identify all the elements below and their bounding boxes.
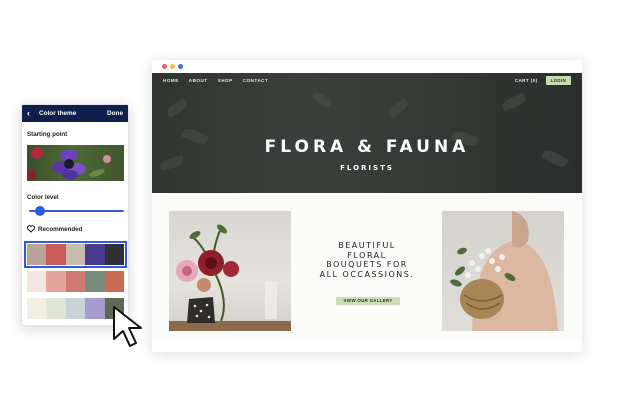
color-swatch: [46, 298, 66, 319]
color-level-label: Color level: [27, 194, 59, 201]
color-swatch: [104, 244, 125, 265]
color-theme-panel: ‹ Color theme Done Starting point Color …: [21, 104, 129, 326]
browser-titlebar: [152, 60, 582, 73]
browser-window: HOME ABOUT SHOP CONTACT CART (0) LOGIN F…: [152, 60, 582, 352]
hero-banner: HOME ABOUT SHOP CONTACT CART (0) LOGIN F…: [152, 73, 582, 193]
back-chevron-icon[interactable]: ‹: [27, 109, 36, 118]
minimize-window-dot[interactable]: [170, 64, 175, 69]
leaf-decoration: [501, 93, 527, 111]
color-swatch: [85, 271, 105, 292]
close-window-dot[interactable]: [162, 64, 167, 69]
cart-link[interactable]: CART (0): [515, 78, 538, 83]
done-button[interactable]: Done: [107, 110, 123, 117]
color-swatch: [46, 271, 66, 292]
color-swatch: [85, 244, 105, 265]
anemone-flower-image: [27, 147, 111, 180]
color-level-slider-thumb[interactable]: [35, 206, 46, 216]
color-swatch: [27, 298, 47, 319]
person-holding-bouquet-image: [450, 211, 558, 331]
maximize-window-dot[interactable]: [178, 64, 183, 69]
recommended-label: Recommended: [38, 225, 83, 233]
palette-row[interactable]: [24, 241, 127, 268]
leaf-decoration: [386, 97, 410, 119]
color-swatch: [46, 244, 66, 265]
starting-point-image[interactable]: [27, 145, 124, 181]
panel-title: Color theme: [39, 110, 77, 117]
color-swatch: [27, 244, 47, 265]
nav-contact[interactable]: CONTACT: [243, 78, 269, 83]
color-swatch: [65, 298, 86, 319]
site-nav: HOME ABOUT SHOP CONTACT CART (0) LOGIN: [152, 73, 582, 87]
bouquet-vase-image: [169, 224, 291, 331]
palette-row[interactable]: [27, 271, 125, 292]
starting-point-label: Starting point: [27, 131, 68, 138]
color-swatch: [65, 271, 86, 292]
nav-home[interactable]: HOME: [163, 78, 179, 83]
leaf-decoration: [164, 98, 190, 118]
color-swatch: [65, 244, 86, 265]
tagline: BEAUTIFUL FLORAL BOUQUETS FOR ALL OCCASS…: [319, 241, 415, 279]
color-swatch: [85, 298, 105, 319]
panel-header: ‹ Color theme Done: [22, 105, 128, 122]
color-swatch: [27, 271, 47, 292]
mouse-pointer-icon: [113, 306, 142, 347]
leaf-decoration: [311, 89, 333, 110]
content-section: BEAUTIFUL FLORAL BOUQUETS FOR ALL OCCASS…: [152, 193, 582, 339]
nav-about[interactable]: ABOUT: [189, 78, 208, 83]
view-gallery-button[interactable]: VIEW OUR GALLERY: [336, 297, 400, 305]
bouquet-photo-left: [169, 211, 291, 331]
nav-actions: CART (0) LOGIN: [515, 75, 571, 85]
login-button[interactable]: LOGIN: [545, 75, 571, 85]
bouquet-photo-right: [442, 211, 564, 331]
nav-shop[interactable]: SHOP: [218, 78, 233, 83]
site-title: FLORA & FAUNA: [264, 137, 470, 157]
heart-palette-icon: [27, 225, 35, 233]
palette-row[interactable]: [27, 298, 125, 319]
recommended-header: Recommended: [27, 225, 82, 233]
site-subtitle: FLORISTS: [340, 164, 394, 172]
color-swatch: [104, 271, 125, 292]
